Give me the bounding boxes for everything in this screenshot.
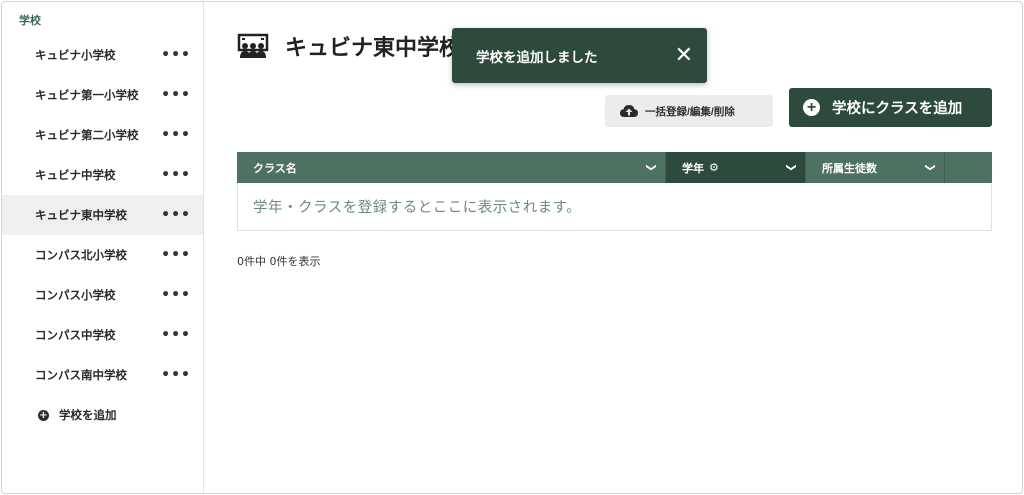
- sidebar-item-school[interactable]: コンパス中学校 •••: [2, 315, 203, 355]
- sidebar-item-school[interactable]: キュビナ第二小学校 •••: [2, 115, 203, 155]
- cloud-upload-icon: [620, 105, 638, 117]
- toast-notification: 学校を追加しました ✕: [452, 28, 707, 83]
- sidebar: 学校 キュビナ小学校 ••• キュビナ第一小学校 ••• キュビナ第二小学校 •…: [2, 2, 204, 493]
- sidebar-list: キュビナ小学校 ••• キュビナ第一小学校 ••• キュビナ第二小学校 ••• …: [2, 35, 203, 435]
- sidebar-item-label: コンパス北小学校: [35, 248, 127, 262]
- sidebar-item-label: キュビナ第二小学校: [35, 128, 139, 142]
- column-label: クラス名: [253, 161, 297, 175]
- toast-message: 学校を追加しました: [476, 49, 598, 66]
- more-options-icon[interactable]: •••: [161, 88, 191, 102]
- more-options-icon[interactable]: •••: [161, 48, 191, 62]
- add-class-button[interactable]: + 学校にクラスを追加: [789, 88, 992, 127]
- sidebar-item-school[interactable]: キュビナ第一小学校 •••: [2, 75, 203, 115]
- close-icon[interactable]: ✕: [675, 44, 693, 67]
- sidebar-item-school[interactable]: キュビナ小学校 •••: [2, 35, 203, 75]
- chevron-down-icon: ❯: [785, 163, 797, 172]
- column-header-grade[interactable]: 学年 ⚙ ❯: [666, 152, 806, 183]
- more-options-icon[interactable]: •••: [161, 288, 191, 302]
- column-header-class-name[interactable]: クラス名 ❯: [237, 152, 666, 183]
- column-label-wrap: 学年 ⚙: [682, 160, 719, 176]
- sidebar-item-label: キュビナ中学校: [35, 168, 116, 182]
- add-school-button[interactable]: + 学校を追加: [2, 395, 203, 435]
- more-options-icon[interactable]: •••: [161, 208, 191, 222]
- chevron-down-icon: ❯: [924, 163, 936, 172]
- table-empty-row: 学年・クラスを登録するとここに表示されます。: [237, 183, 992, 231]
- table-header: クラス名 ❯ 学年 ⚙ ❯ 所属生徒数 ❯: [237, 152, 992, 183]
- more-options-icon[interactable]: •••: [161, 128, 191, 142]
- plus-circle-icon: +: [38, 409, 49, 421]
- sidebar-item-school-active[interactable]: キュビナ東中学校 •••: [2, 195, 203, 235]
- sidebar-item-label: キュビナ東中学校: [35, 208, 127, 222]
- sidebar-item-label: キュビナ小学校: [35, 48, 116, 62]
- page-title: キュビナ東中学校: [285, 36, 462, 61]
- column-label: 学年: [682, 161, 704, 175]
- sidebar-item-label: キュビナ第一小学校: [35, 88, 139, 102]
- column-label: 所属生徒数: [822, 161, 877, 175]
- more-options-icon[interactable]: •••: [161, 248, 191, 262]
- app-window: 学校 キュビナ小学校 ••• キュビナ第一小学校 ••• キュビナ第二小学校 •…: [1, 1, 1023, 494]
- column-header-student-count[interactable]: 所属生徒数 ❯: [806, 152, 945, 183]
- sidebar-item-school[interactable]: コンパス北小学校 •••: [2, 235, 203, 275]
- empty-message: 学年・クラスを登録するとここに表示されます。: [253, 200, 582, 216]
- sidebar-header: 学校: [19, 14, 41, 27]
- sidebar-item-label: コンパス中学校: [35, 328, 116, 342]
- more-options-icon[interactable]: •••: [161, 328, 191, 342]
- sidebar-item-school[interactable]: コンパス小学校 •••: [2, 275, 203, 315]
- plus-circle-icon: +: [803, 99, 820, 116]
- column-header-spacer: [945, 152, 992, 183]
- page-header: キュビナ東中学校: [237, 30, 461, 62]
- sidebar-item-label: コンパス南中学校: [35, 368, 127, 382]
- sidebar-item-school[interactable]: コンパス南中学校 •••: [2, 355, 203, 395]
- result-count: 0件中 0件を表示: [237, 255, 321, 268]
- bulk-edit-label: 一括登録/編集/削除: [645, 105, 735, 118]
- add-class-label: 学校にクラスを追加: [832, 101, 963, 117]
- sidebar-item-school[interactable]: キュビナ中学校 •••: [2, 155, 203, 195]
- add-school-label: 学校を追加: [59, 408, 117, 422]
- bulk-edit-button[interactable]: 一括登録/編集/削除: [605, 95, 773, 127]
- gear-icon[interactable]: ⚙: [709, 161, 719, 174]
- more-options-icon[interactable]: •••: [161, 368, 191, 382]
- more-options-icon[interactable]: •••: [161, 168, 191, 182]
- people-group-icon: [237, 33, 269, 58]
- sidebar-item-label: コンパス小学校: [35, 288, 116, 302]
- chevron-down-icon: ❯: [645, 163, 657, 172]
